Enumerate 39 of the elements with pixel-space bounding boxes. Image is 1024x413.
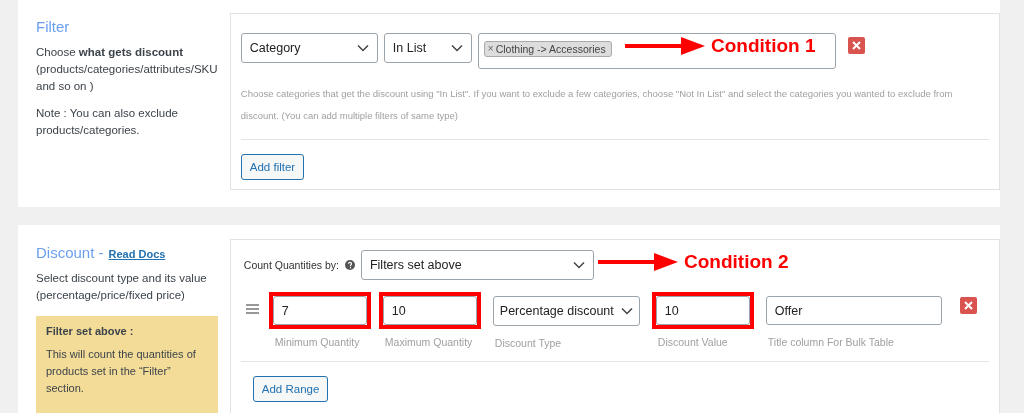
field-caption: Minimum Quantity: [274, 336, 361, 348]
section-description: Select discount type and its value (percentage/price/fixed price): [36, 271, 208, 303]
help-icon[interactable]: [344, 260, 355, 270]
field-caption: Discount Value: [657, 336, 729, 348]
dropdown[interactable]: In List: [383, 33, 472, 63]
annotation-label: Condition 2: [684, 251, 789, 273]
annotation-label: Condition 1: [711, 35, 816, 57]
add-range-button[interactable]: Add Range: [252, 376, 329, 402]
chevron-icon: [620, 307, 633, 315]
chevron-icon: [572, 261, 585, 269]
section-title: Filter: [36, 18, 71, 35]
remove-icon[interactable]: [847, 37, 865, 54]
field-label: Count Quantities by:: [243, 259, 339, 271]
arrow-icon: [598, 252, 678, 272]
dropdown[interactable]: Filters set above: [360, 250, 594, 280]
remove-icon[interactable]: [959, 297, 977, 314]
read-docs-link[interactable]: Read Docs: [108, 248, 166, 260]
selected-tag[interactable]: × Clothing -> Accessories: [483, 40, 612, 57]
chevron-icon: [356, 44, 369, 52]
field-caption: Discount Type: [494, 337, 563, 349]
info-title: Filter set above :: [46, 325, 135, 337]
add-filter-button[interactable]: Add filter: [240, 154, 305, 180]
number-field[interactable]: 10: [382, 296, 477, 325]
info-text: This will count the quantities of products set in the “Filter” section.: [46, 347, 197, 396]
dropdown[interactable]: Percentage discount: [492, 296, 640, 326]
help-text: Choose categories that get the discount using "In List". If you want to exclude a few categories, choose "Not In List" and select the categories you wanted to exclude from discount. (You can add multiple filters of same type): [240, 87, 954, 123]
number-field[interactable]: 10: [655, 296, 750, 325]
field-caption: Title column For Bulk Table: [767, 336, 895, 348]
field-caption: Maximum Quantity: [384, 336, 474, 348]
drag-handle-icon[interactable]: [245, 304, 259, 314]
chevron-icon: [450, 44, 463, 52]
arrow-icon: [625, 36, 705, 56]
dropdown[interactable]: Category: [240, 33, 378, 63]
remove-tag-icon[interactable]: ×: [487, 43, 494, 54]
section-description: Choose what gets discount (products/categories/attributes/SKU and so on ): [36, 45, 218, 94]
section-title: Discount -: [36, 244, 104, 261]
number-field[interactable]: 7: [272, 296, 367, 325]
text-field[interactable]: Offer: [765, 296, 942, 325]
note-text: Note : You can also exclude products/categories.: [36, 106, 179, 138]
